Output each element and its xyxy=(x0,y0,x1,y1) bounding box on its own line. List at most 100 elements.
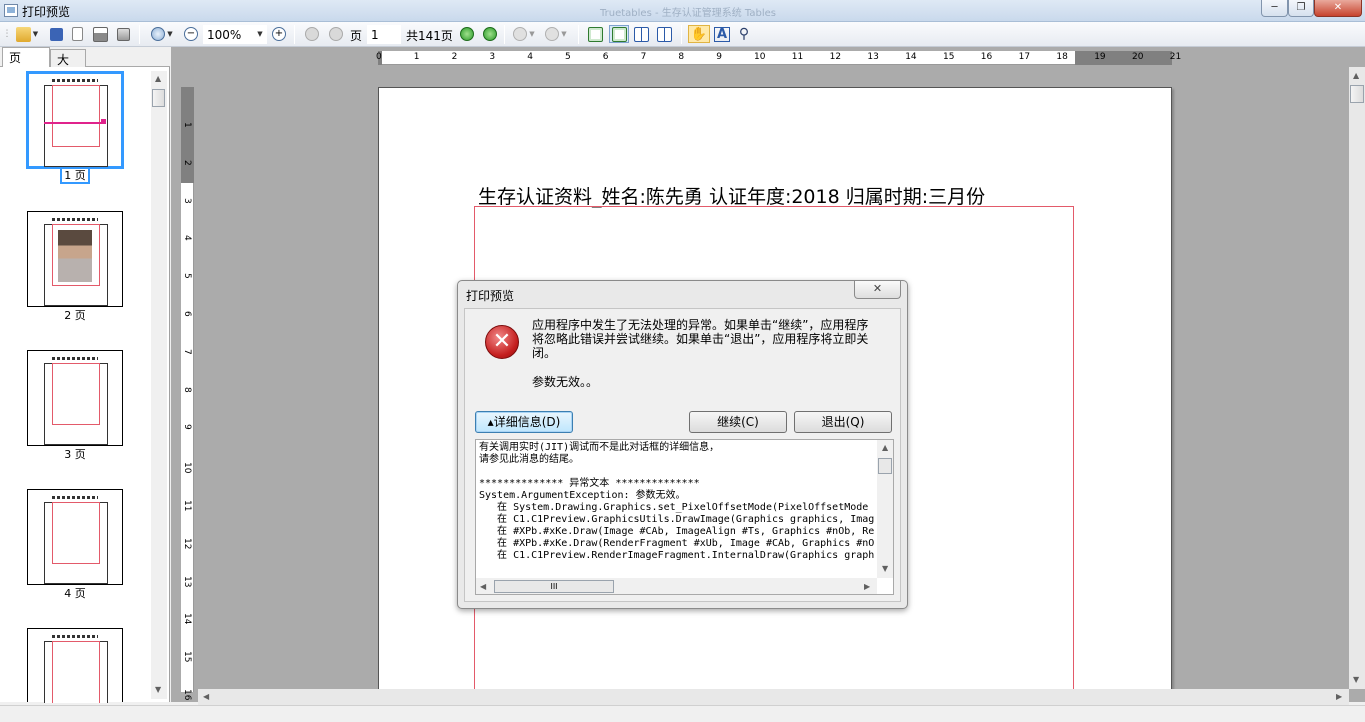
thumbnail-label: 3 页 xyxy=(64,448,86,461)
continue-button[interactable]: 继续(C) xyxy=(689,411,787,433)
page-label: 页 xyxy=(350,29,363,43)
scrollbar-thumb[interactable] xyxy=(1350,85,1364,103)
forward-icon xyxy=(545,27,560,41)
scroll-down-icon[interactable]: ▼ xyxy=(155,685,161,694)
ruler-tick-label: 2 xyxy=(182,159,192,166)
last-page-icon xyxy=(483,27,497,41)
two-pages-icon xyxy=(633,26,649,42)
page-number-field[interactable] xyxy=(367,25,401,44)
single-page-view-button[interactable] xyxy=(586,25,604,43)
ruler-tick-label: 10 xyxy=(754,52,766,62)
title-bar: 打印预览 Truetables - 生存认证管理系统 Tables ─ ❐ ✕ xyxy=(0,0,1365,22)
last-page-button[interactable] xyxy=(481,25,499,43)
ruler-tick-label: 11 xyxy=(182,500,192,512)
plus-circle-icon: + xyxy=(272,27,286,41)
ruler-tick-label: 2 xyxy=(451,52,458,62)
scroll-up-icon[interactable]: ▲ xyxy=(155,74,161,83)
details-textbox[interactable]: 有关调用实时(JIT)调试而不是此对话框的详细信息， 请参见此消息的结尾。 **… xyxy=(475,439,894,595)
page-setup-button[interactable] xyxy=(68,25,86,43)
ruler-tick-label: 17 xyxy=(1018,52,1031,62)
details-button[interactable]: ▴详细信息(D) xyxy=(475,411,573,433)
first-page-icon xyxy=(305,27,319,41)
toolbar: ⋮ ▼ ▼ − ▼ + 页 共141页 ▼ ▼ ✋ A ⚲ xyxy=(0,22,1365,47)
ruler-tick-label: 7 xyxy=(182,348,192,355)
open-button[interactable]: ▼ xyxy=(12,25,42,43)
scroll-down-icon[interactable]: ▼ xyxy=(882,564,888,573)
horizontal-ruler: 0 1 2 3 4 5 6 7 8 9 10 11 12 13 14 15 16 17 18 19 20 21 xyxy=(376,51,1181,65)
ruler-tick-label: 8 xyxy=(678,52,685,62)
history-back-button[interactable]: ▼ xyxy=(510,25,538,43)
multi-page-view-button[interactable] xyxy=(655,25,673,43)
single-page-icon xyxy=(587,26,603,42)
next-page-button[interactable] xyxy=(458,25,476,43)
toolbar-separator xyxy=(139,25,140,44)
ruler-margin xyxy=(1075,51,1172,65)
first-page-button[interactable] xyxy=(303,25,321,43)
thumbnail-page-3[interactable] xyxy=(27,350,123,446)
continuous-view-button[interactable] xyxy=(609,25,629,43)
ruler-tick-label: 12 xyxy=(829,52,842,62)
previous-page-button[interactable] xyxy=(327,25,345,43)
error-detail-message: 参数无效。。 xyxy=(532,375,599,389)
thumbnail-frame xyxy=(52,641,100,703)
scroll-left-icon[interactable]: ◀ xyxy=(203,692,209,701)
zoom-out-button[interactable]: − xyxy=(182,25,200,43)
thumbnail-photo xyxy=(58,230,92,282)
quit-button[interactable]: 退出(Q) xyxy=(794,411,892,433)
hand-tool-button[interactable]: ✋ xyxy=(688,25,710,43)
minimize-button[interactable]: ─ xyxy=(1261,0,1288,17)
ruler-tick-label: 14 xyxy=(182,613,192,625)
ruler-tick-label: 9 xyxy=(182,424,192,431)
save-icon xyxy=(49,27,63,41)
ruler-tick-label: 20 xyxy=(1132,52,1144,62)
ruler-tick-label: 16 xyxy=(980,52,993,62)
thumbnail-page-1[interactable] xyxy=(26,71,124,169)
details-text: 有关调用实时(JIT)调试而不是此对话框的详细信息， 请参见此消息的结尾。 **… xyxy=(479,442,875,561)
scroll-up-icon[interactable]: ▲ xyxy=(882,443,888,452)
ruler-tick-label: 7 xyxy=(640,52,647,62)
details-vertical-scrollbar[interactable]: ▲ ▼ xyxy=(877,440,893,578)
zoom-in-button[interactable]: + xyxy=(270,25,288,43)
print-button[interactable] xyxy=(90,25,110,43)
scrollbar-thumb[interactable]: III xyxy=(494,580,614,593)
thumbnail-scrollbar[interactable]: ▲ ▼ xyxy=(151,71,167,699)
zoom-in-tool-button[interactable]: ▼ xyxy=(146,25,178,43)
ruler-tick-label: 4 xyxy=(182,235,192,242)
thumbnail-label: 4 页 xyxy=(64,587,86,600)
folder-open-icon xyxy=(15,26,31,42)
scroll-up-icon[interactable]: ▲ xyxy=(1353,71,1359,80)
scrollbar-thumb[interactable] xyxy=(878,458,892,474)
close-button[interactable]: ✕ xyxy=(1314,0,1362,17)
text-select-tool-button[interactable]: A xyxy=(713,25,731,43)
thumbnail-frame xyxy=(52,363,100,425)
error-icon: ✕ xyxy=(485,325,519,359)
thumbnail-page-2[interactable] xyxy=(27,211,123,307)
preview-vertical-scrollbar[interactable]: ▲ ▼ xyxy=(1349,67,1365,689)
thumbnail-page-5[interactable] xyxy=(27,628,123,703)
scrollbar-thumb[interactable] xyxy=(152,89,165,107)
ruler-tick-label: 11 xyxy=(791,52,804,62)
scroll-right-icon[interactable]: ▶ xyxy=(864,582,870,591)
preview-horizontal-scrollbar[interactable]: ◀ ▶ xyxy=(198,689,1349,705)
two-page-view-button[interactable] xyxy=(632,25,650,43)
maximize-button[interactable]: ❐ xyxy=(1288,0,1314,17)
scroll-down-icon[interactable]: ▼ xyxy=(1353,675,1359,684)
dialog-close-button[interactable]: ✕ xyxy=(854,281,901,299)
thumbnail-page-4[interactable] xyxy=(27,489,123,585)
scroll-right-icon[interactable]: ▶ xyxy=(1336,692,1342,701)
ruler-tick-label: 1 xyxy=(182,122,192,128)
tab-pages[interactable]: 页 xyxy=(2,47,50,68)
scroll-left-icon[interactable]: ◀ xyxy=(480,582,486,591)
thumbnail-header xyxy=(52,79,98,82)
ruler-tick-label: 14 xyxy=(905,52,917,62)
zoom-dropdown[interactable]: ▼ xyxy=(253,25,265,43)
error-message: 应用程序中发生了无法处理的异常。如果单击“继续”，应用程序将忽略此错误并尝试继续… xyxy=(532,318,869,360)
save-button[interactable] xyxy=(47,25,65,43)
printer-icon xyxy=(92,26,108,42)
tab-outline[interactable]: 大纲 xyxy=(50,49,86,84)
details-horizontal-scrollbar[interactable]: ◀ III ▶ xyxy=(476,578,877,594)
print-setup-button[interactable] xyxy=(114,25,132,43)
find-button[interactable]: ⚲ xyxy=(735,25,753,43)
thumbnail-frame xyxy=(52,85,100,147)
history-forward-button[interactable]: ▼ xyxy=(542,25,570,43)
